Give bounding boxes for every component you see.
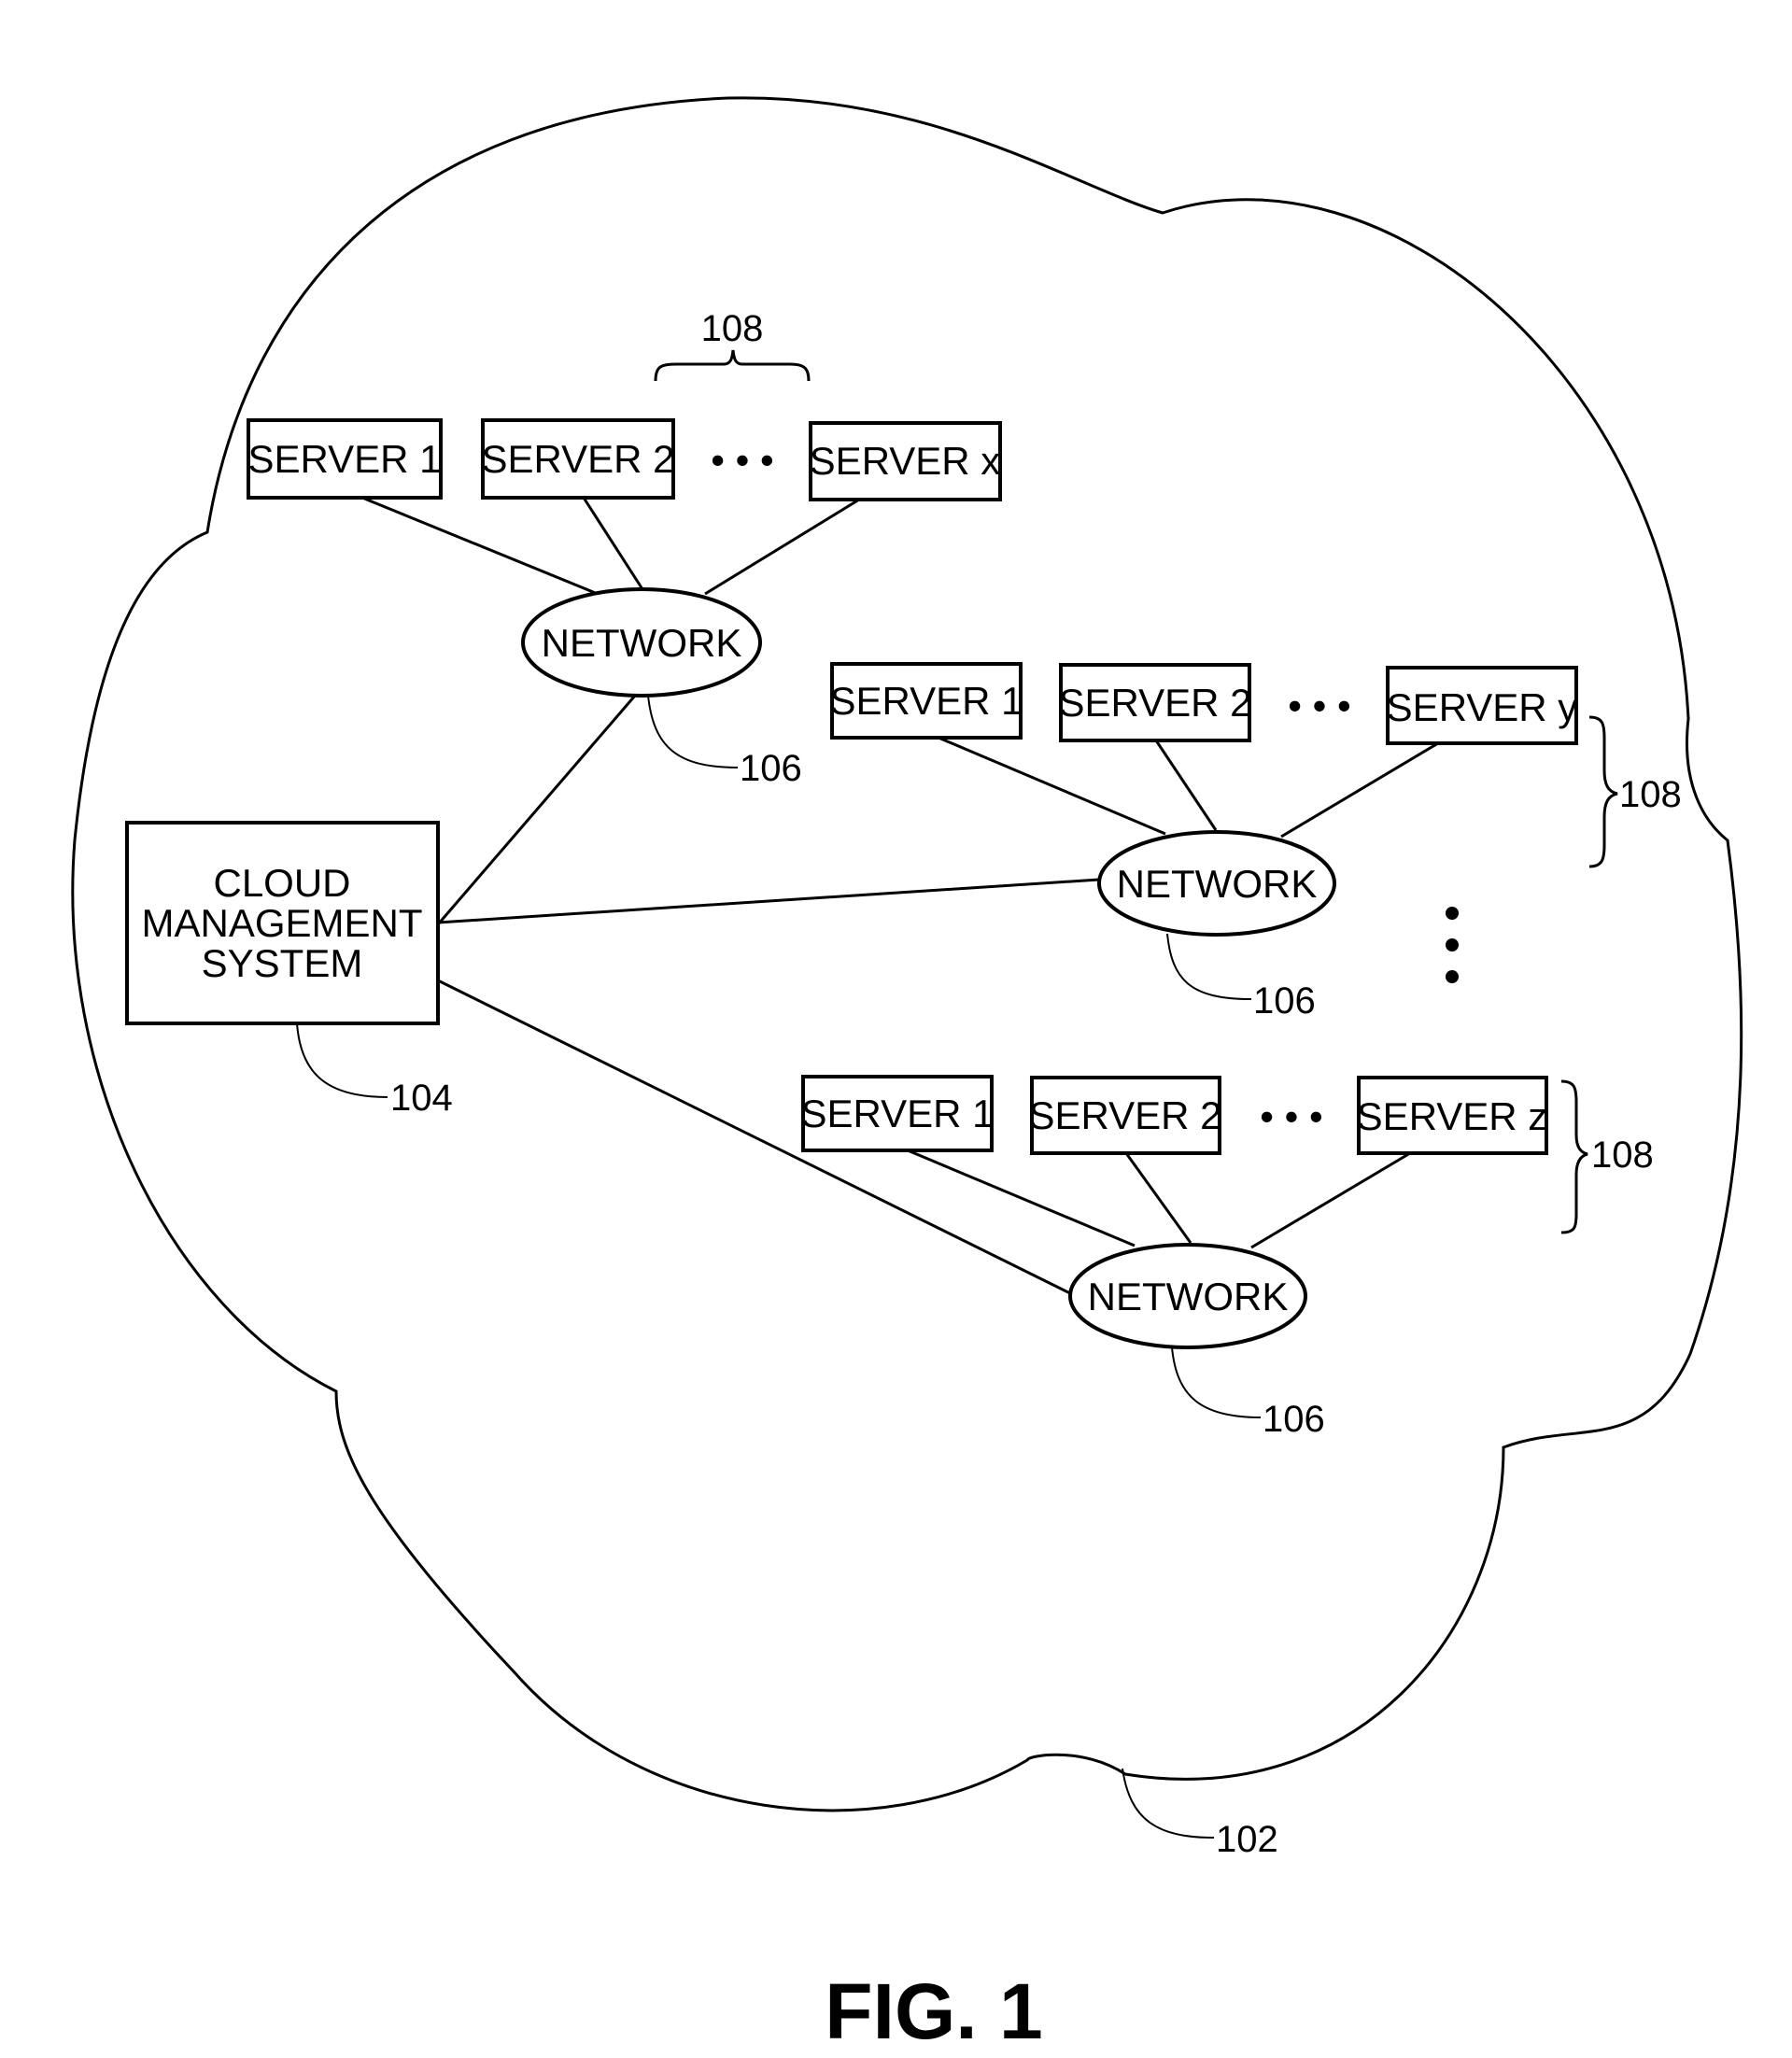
network-3: NETWORK [1068, 1243, 1307, 1349]
svg-text:NETWORK: NETWORK [542, 621, 742, 665]
link-c3-sz [1250, 1151, 1411, 1249]
server-c1-x: SERVER x [809, 421, 1002, 501]
cloud-management-system: CLOUD MANAGEMENT SYSTEM [125, 821, 440, 1025]
server-c2-2: SERVER 2 [1059, 663, 1252, 742]
cms-ref-leader [296, 1022, 388, 1098]
server-c1-2: SERVER 2 [481, 418, 675, 500]
link-c1-s2 [582, 497, 644, 590]
cloud-diagram: 102 CLOUD MANAGEMENT SYSTEM 104 SERVER 1… [71, 96, 1743, 2055]
network-1-ref: 106 [740, 748, 802, 789]
network-3-ref: 106 [1263, 1399, 1325, 1440]
ellipsis-c2: • • • [1288, 684, 1350, 727]
server-c1-1: SERVER 1 [247, 418, 443, 500]
svg-text:SERVER x: SERVER x [810, 439, 1001, 483]
server-c3-1: SERVER 1 [801, 1075, 995, 1152]
link-c2-sy [1280, 741, 1439, 839]
link-c2-s2 [1154, 740, 1218, 831]
server-c2-1: SERVER 1 [830, 662, 1023, 740]
cms-ref: 104 [390, 1078, 453, 1119]
group-ref-c1: 108 [701, 308, 764, 349]
group-ref-c2: 108 [1619, 774, 1682, 815]
network-2-ref-leader [1166, 933, 1252, 1000]
network-2: NETWORK [1097, 830, 1336, 937]
link-c3-s1 [907, 1149, 1136, 1247]
svg-text:SERVER 1: SERVER 1 [248, 437, 442, 481]
link-c1-s1 [361, 496, 599, 596]
cloud-ref: 102 [1216, 1819, 1278, 1860]
group-brace-c1 [654, 349, 811, 382]
svg-text:SERVER 2: SERVER 2 [482, 437, 675, 481]
network-2-ref: 106 [1253, 980, 1316, 1022]
figure-caption: FIG. 1 [825, 1967, 1042, 2055]
group-brace-c2 [1588, 715, 1618, 868]
svg-text:SERVER 1: SERVER 1 [830, 679, 1023, 723]
group-ref-c3: 108 [1591, 1135, 1654, 1176]
svg-text:SERVER 2: SERVER 2 [1029, 1093, 1222, 1137]
link-c2-s1 [938, 736, 1166, 836]
ellipsis-c1: • • • [711, 438, 773, 482]
svg-text:SERVER z: SERVER z [1357, 1094, 1548, 1138]
ellipsis-c3: • • • [1260, 1094, 1322, 1138]
link-c1-sx [704, 498, 860, 596]
link-cms-net1 [436, 695, 637, 925]
svg-text:NETWORK: NETWORK [1117, 862, 1318, 906]
network-3-ref-leader [1171, 1346, 1262, 1418]
network-1-ref-leader [647, 695, 739, 768]
network-1: NETWORK [521, 587, 762, 698]
cms-line-1: CLOUD [213, 861, 350, 905]
svg-text:SERVER y: SERVER y [1387, 685, 1578, 729]
group-brace-c3 [1560, 1079, 1588, 1234]
server-c3-z: SERVER z [1357, 1076, 1548, 1155]
server-c3-2: SERVER 2 [1029, 1076, 1222, 1155]
svg-text:NETWORK: NETWORK [1088, 1275, 1289, 1318]
svg-text:SERVER 1: SERVER 1 [801, 1092, 995, 1135]
vertical-ellipsis [1446, 907, 1459, 983]
link-cms-net2 [437, 878, 1100, 924]
cms-line-3: SYSTEM [202, 941, 363, 985]
server-c2-y: SERVER y [1386, 666, 1578, 745]
cms-line-2: MANAGEMENT [141, 901, 422, 945]
svg-text:SERVER 2: SERVER 2 [1059, 681, 1252, 725]
link-c3-s2 [1124, 1152, 1192, 1244]
